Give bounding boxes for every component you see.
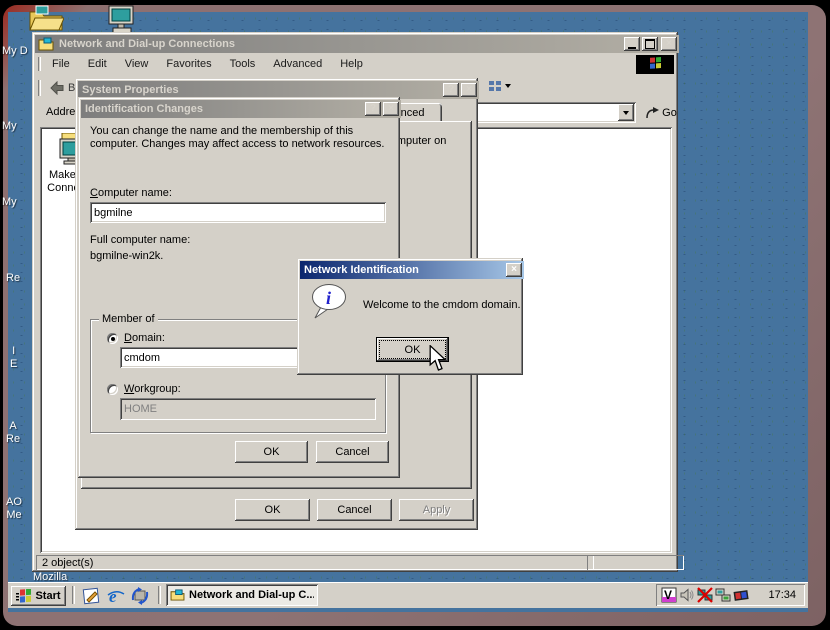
- go-label: Go: [662, 107, 677, 119]
- info-balloon-icon: i: [310, 283, 350, 321]
- start-windows-flag-icon: [16, 589, 32, 604]
- go-button[interactable]: Go: [644, 102, 678, 123]
- quicklaunch-desktop-icon[interactable]: [82, 586, 102, 606]
- tray-volume-icon[interactable]: [679, 587, 695, 603]
- svg-text:i: i: [326, 288, 331, 308]
- screen: My D My My Re I E A Re AO Me Mozilla Net…: [0, 0, 830, 630]
- idchanges-titlebar[interactable]: Identification Changes ? ×: [81, 100, 401, 118]
- address-dropdown-button[interactable]: [618, 104, 634, 121]
- taskbar-separator: [72, 586, 75, 604]
- member-of-label: Member of: [99, 313, 158, 325]
- tray-network-icon[interactable]: [715, 587, 731, 603]
- menu-advanced[interactable]: Advanced: [264, 55, 331, 73]
- tray-keyboard-layout-icon[interactable]: [733, 587, 749, 603]
- svg-text:e: e: [109, 587, 117, 606]
- tray-network-disconnected-icon[interactable]: [697, 587, 713, 603]
- workgroup-label[interactable]: Workgroup:: [124, 383, 181, 395]
- task-button-folder-icon: [170, 589, 185, 601]
- window-titlebar[interactable]: Network and Dial-up Connections ×: [35, 35, 679, 53]
- desktop-label-my-computer[interactable]: My: [2, 120, 17, 133]
- sysprop-title: System Properties: [82, 84, 179, 96]
- sysprop-help-button[interactable]: ?: [443, 83, 459, 97]
- desktop-label-internet-explorer[interactable]: I E: [10, 345, 17, 371]
- status-text: 2 object(s): [36, 555, 594, 570]
- minimize-button[interactable]: [624, 37, 640, 51]
- quicklaunch-internet-explorer-icon[interactable]: e: [106, 586, 126, 606]
- sysprop-close-button[interactable]: ×: [461, 83, 477, 97]
- menu-view[interactable]: View: [116, 55, 158, 73]
- mouse-cursor: [429, 345, 447, 372]
- computer-name-input[interactable]: [90, 202, 386, 223]
- idchanges-cancel-button[interactable]: Cancel: [316, 441, 389, 463]
- sysprop-cancel-button[interactable]: Cancel: [317, 499, 392, 521]
- menu-tools[interactable]: Tools: [221, 55, 265, 73]
- full-name-label: Full computer name:: [90, 234, 190, 246]
- views-grid-icon: [488, 80, 502, 92]
- tray-clock[interactable]: 17:34: [768, 589, 796, 601]
- msgbox-message: Welcome to the cmdom domain.: [363, 299, 521, 311]
- menu-favorites[interactable]: Favorites: [157, 55, 220, 73]
- sysprop-ok-button[interactable]: OK: [235, 499, 310, 521]
- desktop-label-ao-me[interactable]: AO Me: [6, 496, 22, 522]
- window-folder-icon: [38, 37, 54, 51]
- desktop-label-my-documents[interactable]: My D: [2, 45, 28, 58]
- maximize-button[interactable]: [642, 37, 658, 51]
- idchanges-ok-button[interactable]: OK: [235, 441, 308, 463]
- window-title: Network and Dial-up Connections: [59, 38, 235, 50]
- system-tray: V 17:34: [656, 584, 805, 606]
- task-button-label: Network and Dial-up C...: [189, 589, 314, 601]
- taskbar-separator-2: [158, 586, 161, 604]
- go-arrow-icon: [645, 106, 660, 119]
- domain-radio[interactable]: [107, 333, 118, 344]
- start-label: Start: [35, 590, 60, 602]
- start-button[interactable]: Start: [11, 586, 66, 606]
- taskbar: Start e: [8, 582, 808, 608]
- menu-file[interactable]: File: [43, 55, 79, 73]
- views-dropdown-arrow: [505, 84, 511, 88]
- computer-name-label: Computer name:: [90, 187, 172, 199]
- desktop-label-a-re[interactable]: A Re: [6, 420, 20, 446]
- quicklaunch-outlook-icon[interactable]: [130, 586, 150, 606]
- idchanges-help-button[interactable]: ?: [365, 102, 381, 116]
- task-button-network-connections[interactable]: Network and Dial-up C...: [166, 584, 318, 606]
- workgroup-radio[interactable]: [107, 384, 118, 395]
- sysprop-apply-button: Apply: [399, 499, 474, 521]
- full-name-value: bgmilne-win2k.: [90, 250, 163, 262]
- desktop-folder-icon[interactable]: [28, 2, 64, 32]
- close-button[interactable]: ×: [661, 37, 677, 51]
- desktop-label-my-network[interactable]: My: [2, 196, 17, 209]
- status-bar: 2 object(s): [36, 555, 674, 571]
- idchanges-close-button[interactable]: ×: [383, 102, 399, 116]
- windows-logo-throbber: [636, 55, 674, 74]
- msgbox-titlebar[interactable]: Network Identification ×: [300, 261, 524, 279]
- tray-vnc-icon[interactable]: V: [661, 587, 677, 603]
- msgbox-close-button[interactable]: ×: [506, 263, 522, 277]
- back-arrow-icon: [49, 81, 65, 95]
- desktop-label-recycle-bin[interactable]: Re: [6, 272, 20, 285]
- svg-text:V: V: [664, 588, 672, 602]
- status-panel-2: [587, 555, 684, 570]
- views-button[interactable]: [484, 78, 515, 94]
- windows-flag-icon: [647, 57, 663, 71]
- menu-help[interactable]: Help: [331, 55, 372, 73]
- msgbox-title: Network Identification: [304, 264, 419, 276]
- idchanges-description: You can change the name and the membersh…: [90, 125, 390, 151]
- domain-label[interactable]: Domain:: [124, 332, 165, 344]
- workgroup-input: [120, 398, 376, 420]
- menu-edit[interactable]: Edit: [79, 55, 116, 73]
- network-identification-msgbox: Network Identification × i Welcome to th…: [297, 258, 523, 375]
- menu-bar: File Edit View Favorites Tools Advanced …: [36, 54, 674, 74]
- idchanges-title: Identification Changes: [85, 103, 203, 115]
